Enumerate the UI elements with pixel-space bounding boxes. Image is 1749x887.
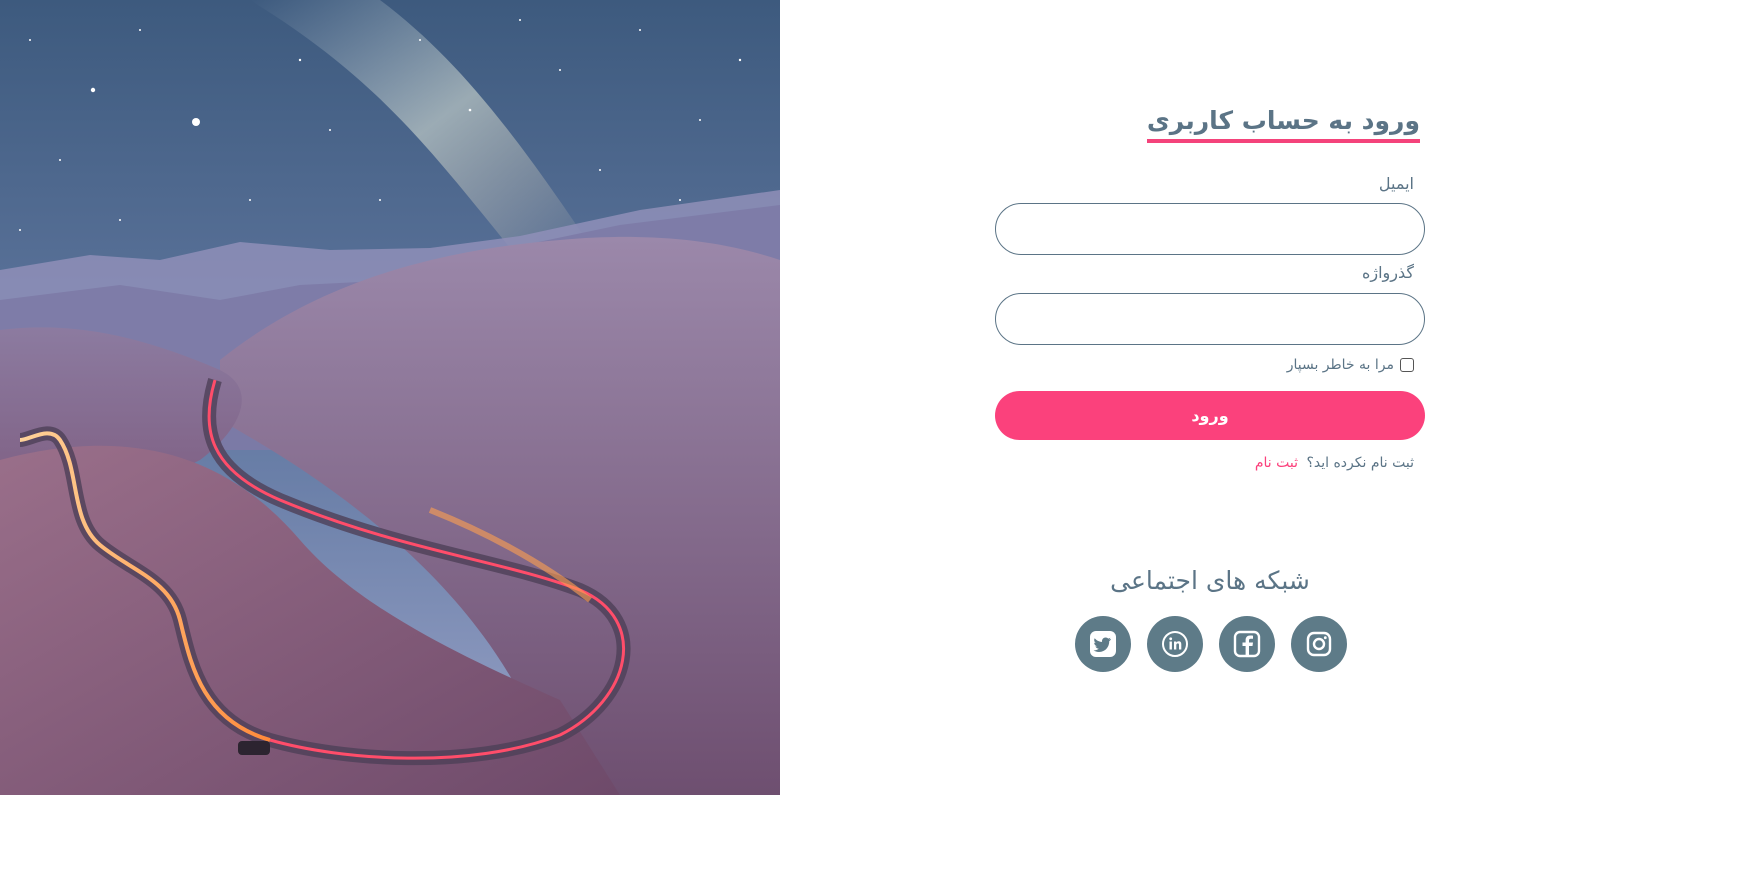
register-prompt-text: ثبت نام نکرده اید؟ xyxy=(1306,455,1414,471)
facebook-icon xyxy=(1233,630,1261,658)
linkedin-icon xyxy=(1162,631,1188,657)
remember-me-checkbox[interactable] xyxy=(1400,358,1414,372)
remember-me-label[interactable]: مرا به خاطر بسپار xyxy=(1287,357,1394,373)
register-link[interactable]: ثبت نام xyxy=(1255,455,1298,471)
email-label: ایمیل xyxy=(1378,174,1414,193)
page-title: ورود به حساب کاربری xyxy=(1146,106,1420,143)
email-field[interactable] xyxy=(995,203,1425,255)
login-button[interactable]: ورود xyxy=(995,391,1425,440)
twitter-icon xyxy=(1090,631,1116,657)
instagram-icon xyxy=(1306,631,1332,657)
hero-photo-night-mountain-road xyxy=(0,0,780,795)
social-icons-row xyxy=(1075,616,1347,672)
twitter-button[interactable] xyxy=(1075,616,1131,672)
password-label: گذرواژه xyxy=(1361,263,1414,282)
remember-me-row: مرا به خاطر بسپار xyxy=(1287,357,1414,373)
register-prompt-row: ثبت نام نکرده اید؟ ثبت نام xyxy=(1255,455,1414,471)
linkedin-button[interactable] xyxy=(1147,616,1203,672)
password-field[interactable] xyxy=(995,293,1425,345)
social-networks-title: شبکه های اجتماعی xyxy=(1110,566,1310,595)
instagram-button[interactable] xyxy=(1291,616,1347,672)
facebook-button[interactable] xyxy=(1219,616,1275,672)
